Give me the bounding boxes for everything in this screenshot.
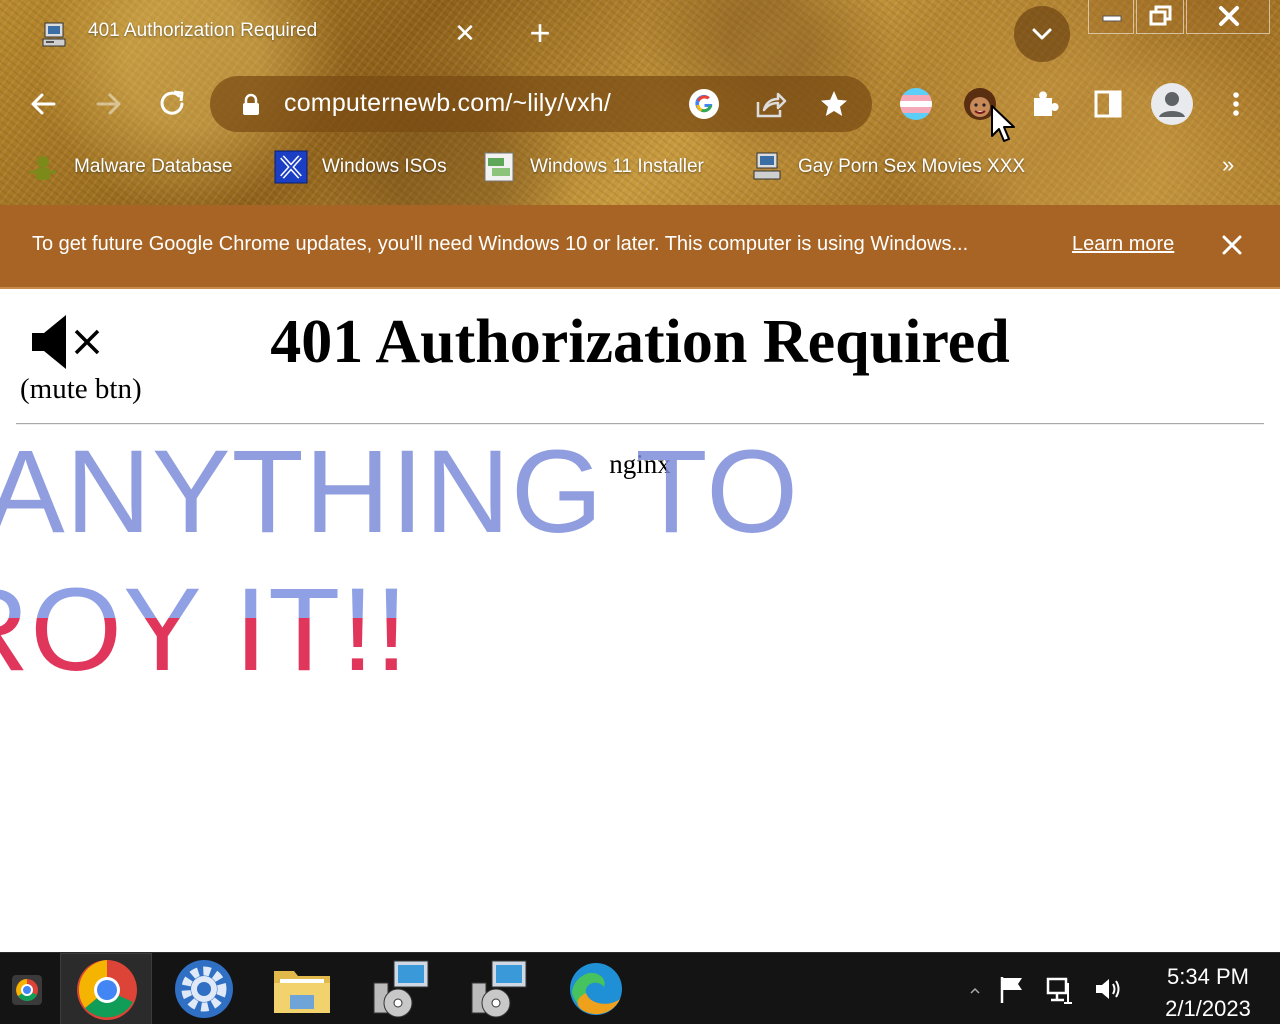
back-arrow-icon[interactable] — [24, 84, 64, 124]
system-clock[interactable]: 5:34 PM 2/1/2023 — [1148, 961, 1268, 1024]
bookmark-label: Windows 11 Installer — [530, 156, 704, 177]
tab-title: 401 Authorization Required — [88, 20, 318, 41]
taskbar-file-explorer[interactable] — [256, 953, 348, 1024]
forward-arrow-icon[interactable] — [88, 84, 128, 124]
bookmark-label: Malware Database — [74, 156, 233, 177]
browser-frame: 401 Authorization Required ✕ + computern… — [0, 0, 1280, 205]
tab-search-button[interactable] — [1014, 6, 1070, 62]
computer-icon — [753, 152, 781, 180]
bookmarks-overflow-chevron[interactable]: » — [1222, 152, 1234, 178]
restore-button[interactable] — [1136, 0, 1184, 34]
new-tab-button[interactable]: + — [520, 14, 560, 54]
taskbar-installer-1[interactable] — [354, 953, 446, 1024]
start-button[interactable] — [0, 953, 56, 1024]
bookmark-label: Windows ISOs — [322, 156, 447, 177]
bookmark-item[interactable]: Gay Porn Sex Movies XXX — [750, 144, 1025, 190]
restore-icon — [1149, 5, 1172, 26]
bookmark-item[interactable]: Malware Database — [26, 144, 232, 190]
chrome-icon — [77, 960, 137, 1020]
overlay-text-line-1: ANYTHING TO — [0, 426, 800, 558]
update-infobar: To get future Google Chrome updates, you… — [0, 205, 1280, 289]
setup-installer-icon — [471, 960, 527, 1018]
clock-time: 5:34 PM — [1167, 964, 1249, 989]
computer-favicon-icon — [42, 22, 66, 47]
taskbar-installer-2[interactable] — [452, 953, 544, 1024]
volume-icon[interactable] — [1092, 973, 1124, 1005]
tab-active[interactable]: 401 Authorization Required ✕ — [22, 8, 490, 62]
extensions-puzzle-icon[interactable] — [1024, 84, 1064, 124]
gear-icon — [175, 960, 233, 1018]
divider — [16, 423, 1264, 425]
tab-close-icon[interactable]: ✕ — [452, 20, 478, 46]
taskbar-chrome[interactable] — [60, 953, 152, 1024]
clock-date: 2/1/2023 — [1165, 996, 1251, 1021]
bookmark-star-icon[interactable] — [818, 88, 850, 120]
chrome-small-icon — [12, 975, 42, 1005]
profile-avatar-icon[interactable] — [1150, 82, 1194, 126]
close-icon — [1219, 6, 1239, 26]
bookmark-item[interactable]: Windows 11 Installer — [482, 144, 704, 190]
folder-icon — [274, 971, 330, 1013]
mouse-cursor-icon — [991, 105, 1015, 142]
url-text[interactable]: computernewb.com/~lily/vxh/ — [284, 89, 611, 118]
menu-kebab-icon[interactable] — [1216, 84, 1256, 124]
infobar-message: To get future Google Chrome updates, you… — [32, 233, 969, 255]
infobar-close-icon[interactable] — [1218, 231, 1246, 259]
page-content: (mute btn) 401 Authorization Required ng… — [0, 291, 1280, 952]
page-title: 401 Authorization Required — [270, 308, 1010, 376]
windows-isos-x-icon — [274, 150, 308, 184]
malware-database-icon — [30, 156, 56, 180]
reload-icon[interactable] — [152, 84, 192, 124]
overlay-text-line-2: ROY IT!! — [0, 571, 409, 689]
minimize-icon — [1102, 15, 1122, 22]
google-lens-icon[interactable] — [688, 88, 720, 120]
minimize-button[interactable] — [1088, 0, 1134, 34]
side-panel-icon[interactable] — [1088, 84, 1128, 124]
edge-icon — [570, 963, 622, 1015]
installer-icon — [484, 152, 514, 182]
lock-icon[interactable] — [240, 93, 262, 117]
bookmark-item[interactable]: Windows ISOs — [274, 144, 447, 190]
chevron-down-icon — [1032, 28, 1052, 40]
taskbar-settings[interactable] — [158, 953, 250, 1024]
taskbar-edge[interactable] — [550, 953, 642, 1024]
setup-installer-icon — [373, 960, 429, 1018]
address-bar[interactable]: computernewb.com/~lily/vxh/ — [210, 76, 872, 132]
bookmark-label: Gay Porn Sex Movies XXX — [798, 156, 1026, 177]
trans-flag-extension-icon[interactable] — [896, 84, 936, 124]
share-icon[interactable] — [754, 90, 788, 120]
tray-expand-chevron-icon[interactable] — [966, 973, 984, 1005]
learn-more-link[interactable]: Learn more — [1072, 233, 1174, 256]
taskbar: 5:34 PM 2/1/2023 — [0, 952, 1280, 1024]
action-center-flag-icon[interactable] — [996, 973, 1028, 1005]
network-icon[interactable] — [1044, 973, 1076, 1005]
bookmarks-bar: Malware Database Windows ISOs Windows 11… — [0, 144, 1280, 190]
close-window-button[interactable] — [1186, 0, 1270, 34]
